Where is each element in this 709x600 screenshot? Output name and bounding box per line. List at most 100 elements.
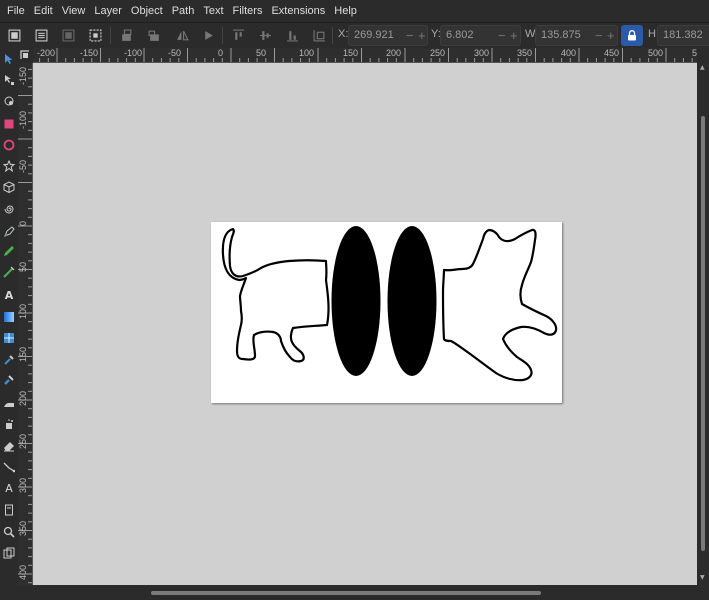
horizontal-scrollbar[interactable] xyxy=(33,585,697,600)
menu-object[interactable]: Object xyxy=(128,0,166,22)
pages-icon[interactable] xyxy=(2,503,16,517)
ruler-v-label: 350 xyxy=(18,520,28,536)
ruler-h-label: -100 xyxy=(124,48,143,58)
ruler-v-label: 50 xyxy=(18,261,28,272)
spray-icon[interactable] xyxy=(2,396,16,410)
tool-controls-bar: X: 269.921 − + Y: 6.802 − + W: 135.875 −… xyxy=(0,22,709,47)
vertical-ruler[interactable]: -150 -100 -50 0 50 100 150 200 250 300 3… xyxy=(18,63,33,585)
x-field[interactable]: 269.921 xyxy=(348,25,428,46)
ruler-v-label: -50 xyxy=(18,159,28,173)
ruler-h-label: 200 xyxy=(386,48,402,58)
left-ellipse[interactable] xyxy=(331,226,381,376)
right-ellipse[interactable] xyxy=(387,226,437,376)
spiral-icon[interactable] xyxy=(2,202,16,216)
eraser-icon[interactable] xyxy=(2,439,16,453)
lock-ratio-button[interactable] xyxy=(621,25,643,46)
measure-icon[interactable]: A xyxy=(2,481,16,495)
menu-view[interactable]: View xyxy=(59,0,89,22)
lock-icon xyxy=(628,30,636,41)
y-decrement-button[interactable]: − xyxy=(498,29,506,42)
rectangle-icon[interactable] xyxy=(2,117,16,131)
flip-vertical-icon[interactable] xyxy=(200,27,216,43)
scroll-down-icon[interactable]: ▼ xyxy=(700,575,705,581)
ruler-h-label: 300 xyxy=(474,48,490,58)
w-field[interactable]: 135.875 xyxy=(535,25,618,46)
w-increment-button[interactable]: + xyxy=(607,29,615,42)
h-field[interactable]: 181.382 xyxy=(657,25,709,46)
canvas[interactable] xyxy=(33,63,697,585)
pen-icon[interactable] xyxy=(2,225,16,239)
menu-edit[interactable]: Edit xyxy=(31,0,56,22)
text-icon[interactable]: A xyxy=(2,288,16,302)
lower-to-bottom-icon[interactable] xyxy=(118,27,134,43)
menu-extensions[interactable]: Extensions xyxy=(268,0,328,22)
w-value: 135.875 xyxy=(541,29,581,41)
ruler-v-label: 300 xyxy=(18,477,28,493)
ruler-v-label: 400 xyxy=(18,564,28,580)
snap-icon xyxy=(20,50,29,59)
x-increment-button[interactable]: + xyxy=(418,29,426,42)
ruler-h-label: -150 xyxy=(80,48,99,58)
tweak-icon[interactable] xyxy=(2,94,16,108)
ruler-v-label: 0 xyxy=(18,220,28,226)
y-value: 6.802 xyxy=(446,29,474,41)
x-decrement-button[interactable]: − xyxy=(406,29,414,42)
menu-bar: File Edit View Layer Object Path Text Fi… xyxy=(0,0,709,22)
deselect-icon[interactable] xyxy=(60,27,76,43)
y-increment-button[interactable]: + xyxy=(510,29,518,42)
cat-silhouette-right-icon[interactable] xyxy=(441,228,558,382)
ruler-h-label: 400 xyxy=(561,48,577,58)
ruler-v-label: -150 xyxy=(18,66,28,85)
ruler-h-label: 50 xyxy=(256,48,267,58)
menu-layer[interactable]: Layer xyxy=(91,0,125,22)
select-all-icon[interactable] xyxy=(6,27,22,43)
menu-path[interactable]: Path xyxy=(169,0,198,22)
align-top-icon[interactable] xyxy=(230,27,246,43)
bucket-fill-icon[interactable] xyxy=(2,417,16,431)
menu-help[interactable]: Help xyxy=(331,0,360,22)
align-baseline-icon[interactable] xyxy=(311,27,327,43)
menu-filters[interactable]: Filters xyxy=(230,0,266,22)
select-same-icon[interactable] xyxy=(87,27,103,43)
calligraphy-icon[interactable] xyxy=(2,265,16,279)
horizontal-ruler[interactable]: -200 -150 -100 -50 0 50 100 150 200 250 … xyxy=(33,48,697,63)
snap-corner[interactable] xyxy=(18,48,33,63)
ruler-h-label: 100 xyxy=(299,48,315,58)
dropper-icon[interactable] xyxy=(2,353,16,367)
flip-horizontal-icon[interactable] xyxy=(174,27,190,43)
zoom-icon[interactable] xyxy=(2,525,16,539)
star-icon[interactable] xyxy=(2,159,16,173)
paint-bucket-icon[interactable] xyxy=(2,373,16,387)
ruler-h-label: 250 xyxy=(430,48,446,58)
ellipse-icon[interactable] xyxy=(2,138,16,152)
select-all-layers-icon[interactable] xyxy=(33,27,49,43)
align-middle-icon[interactable] xyxy=(257,27,273,43)
vertical-ruler-ticks xyxy=(18,68,32,584)
3d-box-icon[interactable] xyxy=(2,180,16,194)
ruler-h-label: 350 xyxy=(517,48,533,58)
scroll-up-icon[interactable]: ▲ xyxy=(700,65,705,71)
node-icon[interactable] xyxy=(2,73,16,87)
page[interactable] xyxy=(211,222,562,403)
ruler-h-label: -200 xyxy=(37,48,56,58)
gradient-icon[interactable] xyxy=(2,310,16,324)
align-bottom-icon[interactable] xyxy=(284,27,300,43)
ruler-v-label: 200 xyxy=(18,390,28,406)
mesh-icon[interactable] xyxy=(2,331,16,345)
menu-file[interactable]: File xyxy=(4,0,28,22)
pencil-icon[interactable] xyxy=(2,244,16,258)
connector-icon[interactable] xyxy=(2,460,16,474)
ruler-v-label: 150 xyxy=(18,346,28,362)
horizontal-scroll-thumb[interactable] xyxy=(151,591,541,595)
lower-icon[interactable] xyxy=(146,27,162,43)
cat-silhouette-left-icon[interactable] xyxy=(221,227,330,363)
w-decrement-button[interactable]: − xyxy=(595,29,603,42)
vertical-scroll-thumb[interactable] xyxy=(701,116,705,551)
vertical-scrollbar[interactable]: ▲ ▼ xyxy=(697,63,709,585)
menu-text[interactable]: Text xyxy=(200,0,226,22)
y-field[interactable]: 6.802 xyxy=(440,25,521,46)
drawing xyxy=(221,226,558,382)
ruler-h-label: 500 xyxy=(648,48,664,58)
lpe-icon[interactable] xyxy=(2,546,16,560)
selector-icon[interactable] xyxy=(2,52,16,66)
